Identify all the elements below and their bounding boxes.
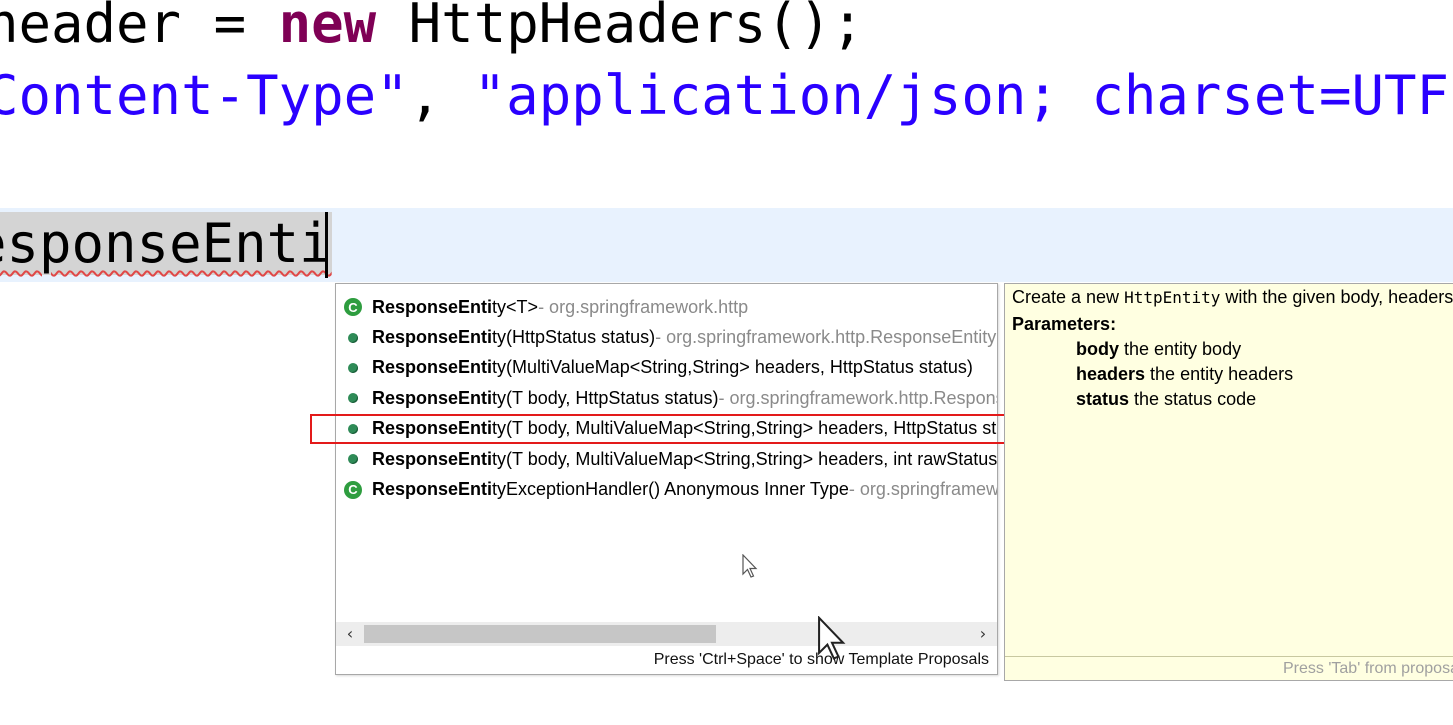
- proposal-match-text: ResponseEnti: [372, 448, 493, 469]
- proposal-match-text: ResponseEnti: [372, 479, 493, 500]
- param-desc: the entity body: [1119, 339, 1242, 359]
- class-icon: C: [344, 298, 362, 317]
- proposal-qualifier: - org.springframework.http.ResponseEntit…: [718, 387, 997, 408]
- typed-identifier[interactable]: esponseEnti: [0, 212, 332, 275]
- proposal-signature: tyExceptionHandler() Anonymous Inner Typ…: [492, 479, 849, 500]
- proposal-item[interactable]: ResponseEnti ty(HttpStatus status) - org.…: [336, 322, 997, 352]
- doc-text: with the given body, headers, and status…: [1225, 287, 1453, 307]
- doc-param: body the entity body: [1076, 339, 1241, 360]
- doc-footer-divider: [1005, 656, 1453, 657]
- proposal-item[interactable]: ResponseEnti ty(MultiValueMap<String,Stri…: [336, 353, 997, 383]
- proposal-signature: ty(T body, MultiValueMap<String,String> …: [492, 448, 998, 469]
- proposal-signature: ty(MultiValueMap<String,String> headers,…: [492, 357, 973, 378]
- string-literal: Content-Type": [0, 64, 409, 127]
- doc-description: Create a new HttpEntity with the given b…: [1012, 287, 1453, 308]
- proposal-match-text: ResponseEnti: [372, 387, 493, 408]
- proposal-qualifier: - org.springframework: [848, 479, 998, 500]
- param-name: headers: [1076, 364, 1146, 384]
- doc-param: headers the entity headers: [1076, 364, 1293, 385]
- doc-code: HttpEntity: [1124, 288, 1221, 307]
- public-method-icon: [344, 450, 362, 468]
- public-method-icon: [344, 359, 362, 377]
- param-desc: the entity headers: [1145, 364, 1294, 384]
- proposal-item[interactable]: ResponseEnti ty(T body, HttpStatus status…: [336, 383, 997, 413]
- proposal-qualifier: - org.springframework.http: [538, 296, 749, 317]
- proposal-signature: ty(T body, HttpStatus status): [492, 387, 719, 408]
- param-name: status: [1076, 389, 1130, 409]
- public-method-icon: [344, 329, 362, 347]
- code-line-current[interactable]: esponseEnti: [0, 212, 332, 275]
- doc-params-heading: Parameters:: [1012, 314, 1117, 334]
- code-separator: ,: [408, 64, 474, 127]
- mouse-pointer-icon: [742, 554, 758, 578]
- public-method-icon: [344, 389, 362, 407]
- scroll-right-arrow-icon[interactable]: ›: [971, 622, 995, 646]
- string-literal: "application/json; charset=UTF-8: [473, 64, 1453, 127]
- proposal-signature: ty(HttpStatus status): [492, 327, 656, 348]
- proposal-item[interactable]: ResponseEnti ty(T body, MultiValueMap<Str…: [336, 444, 997, 474]
- scroll-left-arrow-icon[interactable]: ‹: [338, 622, 362, 646]
- param-name: body: [1076, 339, 1119, 359]
- horizontal-scrollbar[interactable]: ‹ ›: [336, 622, 997, 646]
- proposal-list[interactable]: C ResponseEnti ty<T> - org.springframework…: [336, 292, 997, 505]
- code-text: header =: [0, 0, 279, 55]
- doc-footer-hint: Press 'Tab' from proposal table or click…: [1283, 660, 1453, 677]
- proposal-item[interactable]: C ResponseEnti ty<T> - org.springframework…: [336, 292, 997, 322]
- mouse-pointer-icon: [818, 616, 846, 660]
- scrollbar-thumb[interactable]: [364, 625, 716, 643]
- javadoc-popup[interactable]: Create a new HttpEntity with the given b…: [1004, 283, 1453, 681]
- code-line-content-type: Content-Type", "application/json; charse…: [0, 66, 1453, 126]
- keyword-new: new: [278, 0, 377, 55]
- doc-param: status the status code: [1076, 389, 1256, 410]
- proposal-qualifier: - org.springframework.http.ResponseEntit…: [655, 327, 997, 348]
- proposal-match-text: ResponseEnti: [372, 357, 493, 378]
- proposal-item[interactable]: C ResponseEnti tyExceptionHandler() Anonym…: [336, 474, 997, 504]
- code-text: HttpHeaders();: [376, 0, 864, 55]
- content-assist-popup[interactable]: C ResponseEnti ty<T> - org.springframework…: [335, 283, 998, 675]
- text-caret: [325, 212, 328, 278]
- code-line-header-declaration: header = new HttpHeaders();: [0, 0, 864, 54]
- selection-annotation-box: [310, 414, 1058, 444]
- proposal-signature: ty<T>: [492, 296, 539, 317]
- class-icon: C: [344, 480, 362, 499]
- doc-text: Create a new: [1012, 287, 1125, 307]
- proposal-match-text: ResponseEnti: [372, 327, 493, 348]
- proposal-match-text: ResponseEnti: [372, 296, 493, 317]
- param-desc: the status code: [1129, 389, 1257, 409]
